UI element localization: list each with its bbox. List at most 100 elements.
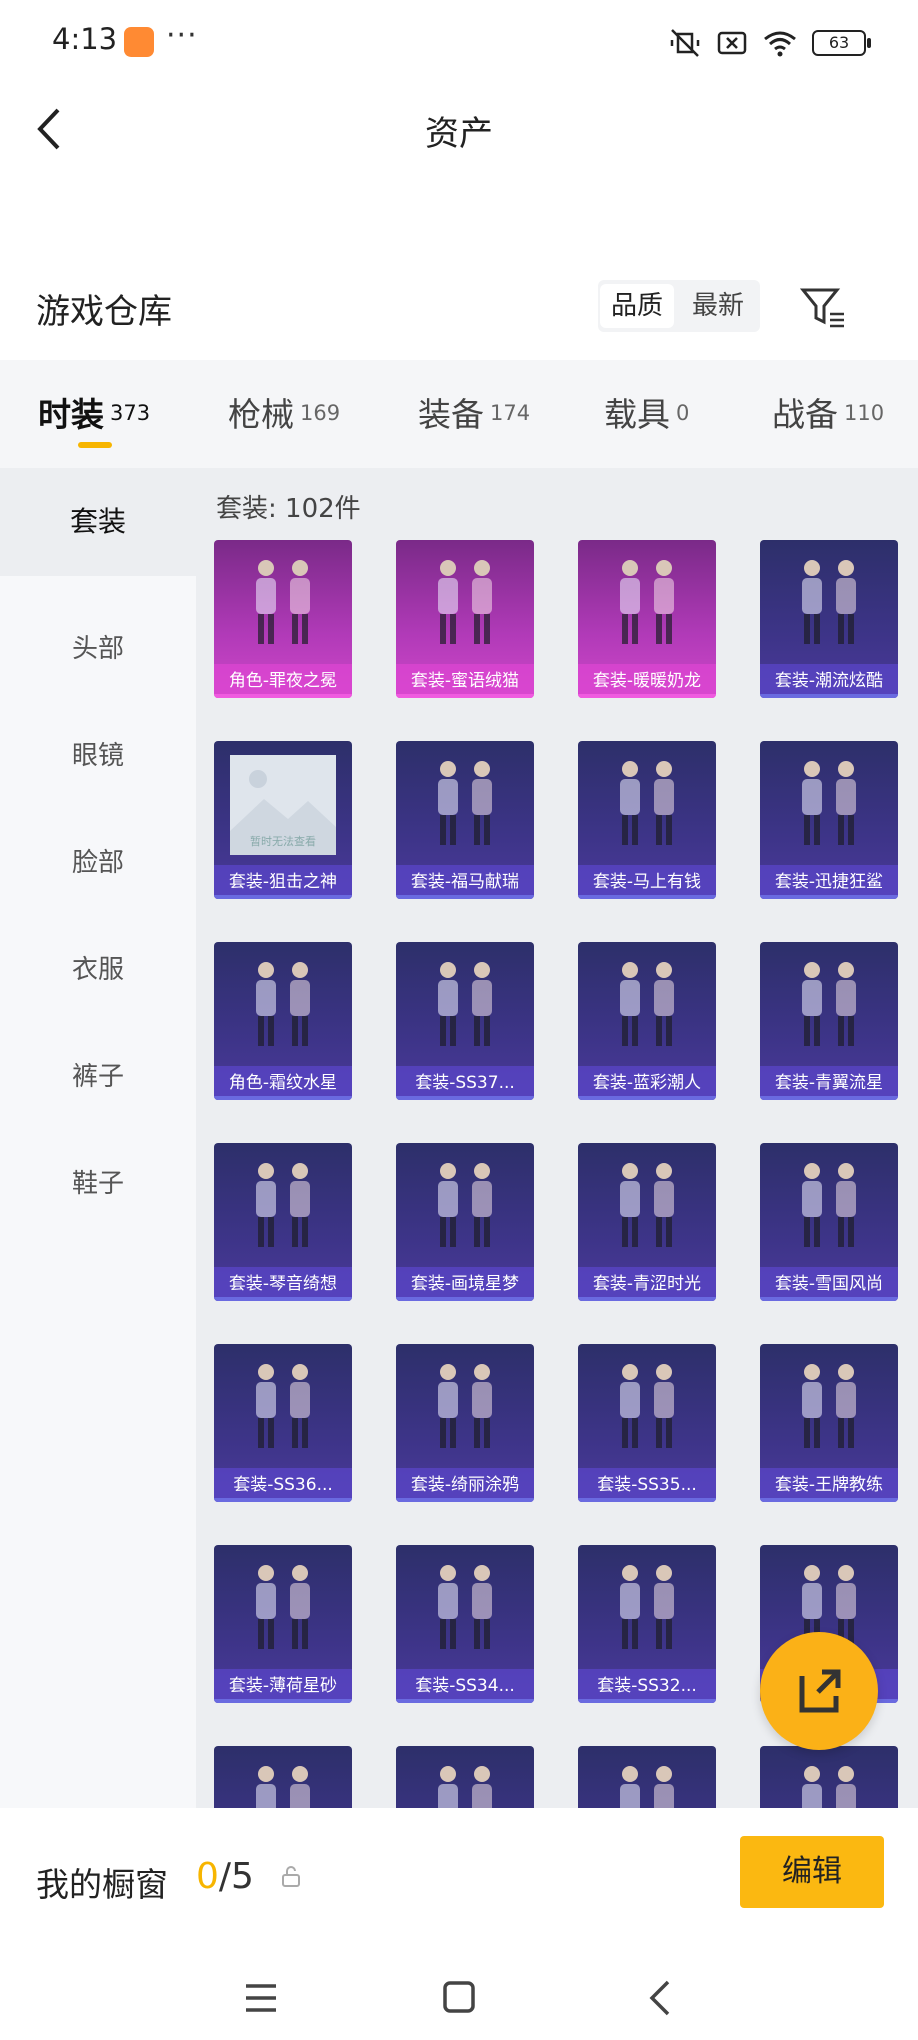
item-name: 角色-罪夜之冕 xyxy=(214,664,352,698)
item-name: 套装-琴音绮想 xyxy=(214,1267,352,1301)
item-card[interactable]: 套装-福马献瑞 xyxy=(396,741,534,899)
item-name: 角色-霜纹水星 xyxy=(214,1066,352,1100)
item-card[interactable]: 套装-马上有钱 xyxy=(578,741,716,899)
item-card[interactable]: 套装-暖暖奶龙 xyxy=(578,540,716,698)
outfit-image xyxy=(228,1756,338,1808)
item-card[interactable] xyxy=(396,1746,534,1808)
item-card[interactable]: 套装-绮丽涂鸦 xyxy=(396,1344,534,1502)
rarity-bar xyxy=(578,1096,716,1100)
item-card[interactable]: 套装-SS32... xyxy=(578,1545,716,1703)
item-card[interactable]: 套装-青翼流星 xyxy=(760,942,898,1100)
rarity-bar xyxy=(578,895,716,899)
edit-button[interactable]: 编辑 xyxy=(740,1836,884,1908)
sidebar-item-head[interactable]: 头部 xyxy=(0,628,196,665)
home-nav-icon[interactable] xyxy=(442,1978,476,2018)
outfit-image xyxy=(228,550,338,660)
item-card[interactable]: 套装-迅捷狂鲨 xyxy=(760,741,898,899)
sidebar-item-clothes[interactable]: 衣服 xyxy=(0,949,196,986)
outfit-image xyxy=(592,1555,702,1665)
outfit-image xyxy=(592,1354,702,1464)
showcase-current: 0 xyxy=(196,1856,219,1897)
sidebar-item-shoes[interactable]: 鞋子 xyxy=(0,1163,196,1200)
item-card[interactable]: 套装-青涩时光 xyxy=(578,1143,716,1301)
item-name: 套装-迅捷狂鲨 xyxy=(760,865,898,899)
rarity-bar xyxy=(214,1297,352,1301)
tab-label: 战备 xyxy=(772,395,838,434)
item-card[interactable] xyxy=(760,1746,898,1808)
sort-newest-button[interactable]: 最新 xyxy=(680,280,756,332)
item-card[interactable]: 套装-画境星梦 xyxy=(396,1143,534,1301)
tab-count: 373 xyxy=(110,401,151,425)
item-card[interactable]: 套装-蓝彩潮人 xyxy=(578,942,716,1100)
item-card[interactable]: 套装-雪国风尚 xyxy=(760,1143,898,1301)
tab-fashion[interactable]: 时装 373 xyxy=(38,388,150,436)
warehouse-row: 游戏仓库 品质 最新 xyxy=(0,270,918,360)
active-tab-indicator xyxy=(78,442,112,448)
outfit-image xyxy=(410,751,520,861)
item-name: 套装-SS32... xyxy=(578,1669,716,1703)
outfit-image xyxy=(774,952,884,1062)
filter-icon[interactable] xyxy=(800,284,846,330)
outfit-image xyxy=(592,550,702,660)
item-name: 套装-福马献瑞 xyxy=(396,865,534,899)
item-card[interactable]: 暂时无法查看 套装-狙击之神 xyxy=(214,741,352,899)
back-nav-icon[interactable] xyxy=(644,1978,678,2018)
share-button[interactable] xyxy=(760,1632,878,1750)
sidebar-item-glasses[interactable]: 眼镜 xyxy=(0,735,196,772)
wifi-icon xyxy=(764,31,796,57)
tab-label: 载具 xyxy=(604,395,670,434)
menu-nav-icon[interactable] xyxy=(244,1978,278,2018)
sidebar-item-suit[interactable]: 套装 xyxy=(0,468,196,576)
tab-count: 110 xyxy=(844,401,885,425)
outfit-image xyxy=(228,952,338,1062)
item-card[interactable]: 套装-薄荷星砂 xyxy=(214,1545,352,1703)
outfit-image xyxy=(774,751,884,861)
outfit-image xyxy=(774,1756,884,1808)
item-card[interactable]: 套装-潮流炫酷 xyxy=(760,540,898,698)
item-grid-panel: 套装: 102件 角色-罪夜之冕 套装-蜜语绒猫 套装-暖暖奶龙 套装-潮流炫酷 暂时无… xyxy=(196,468,918,1808)
item-card[interactable] xyxy=(578,1746,716,1808)
sort-quality-button[interactable]: 品质 xyxy=(600,284,674,328)
rarity-bar xyxy=(760,694,898,698)
item-card[interactable]: 套装-SS37... xyxy=(396,942,534,1100)
share-icon xyxy=(799,1669,841,1713)
item-name: 套装-SS37... xyxy=(396,1066,534,1100)
item-card[interactable] xyxy=(214,1746,352,1808)
sidebar-item-face[interactable]: 脸部 xyxy=(0,842,196,879)
item-card[interactable]: 套装-SS34... xyxy=(396,1545,534,1703)
outfit-image xyxy=(592,751,702,861)
page-title: 资产 xyxy=(425,114,493,154)
tab-guns[interactable]: 枪械 169 xyxy=(228,388,340,436)
item-name: 套装-狙击之神 xyxy=(214,865,352,899)
item-card[interactable]: 套装-SS36... xyxy=(214,1344,352,1502)
item-name: 套装-SS36... xyxy=(214,1468,352,1502)
outfit-image xyxy=(592,1153,702,1263)
showcase-label: 我的橱窗 xyxy=(36,1865,168,1904)
rarity-bar xyxy=(396,1096,534,1100)
item-card[interactable]: 套装-蜜语绒猫 xyxy=(396,540,534,698)
rarity-bar xyxy=(760,1297,898,1301)
item-name: 套装-绮丽涂鸦 xyxy=(396,1468,534,1502)
rarity-bar xyxy=(578,1297,716,1301)
item-card[interactable]: 套装-SS35... xyxy=(578,1344,716,1502)
showcase-count: 0/5 xyxy=(196,1856,254,1897)
item-name: 套装-SS34... xyxy=(396,1669,534,1703)
category-tabs: 时装 373 枪械 169 装备 174 载具 0 战备 110 xyxy=(0,360,918,468)
item-card[interactable]: 角色-霜纹水星 xyxy=(214,942,352,1100)
tab-combat-gear[interactable]: 战备 110 xyxy=(772,388,884,436)
no-sim-icon xyxy=(717,31,747,55)
outfit-image xyxy=(410,1756,520,1808)
tab-equipment[interactable]: 装备 174 xyxy=(418,388,530,436)
mute-vibrate-icon xyxy=(670,29,700,57)
app-notification-icon xyxy=(124,27,154,57)
sidebar-item-pants[interactable]: 裤子 xyxy=(0,1056,196,1093)
item-card[interactable]: 套装-琴音绮想 xyxy=(214,1143,352,1301)
rarity-bar xyxy=(396,1297,534,1301)
item-name: 套装-潮流炫酷 xyxy=(760,664,898,698)
item-card[interactable]: 套装-王牌教练 xyxy=(760,1344,898,1502)
item-card[interactable]: 角色-罪夜之冕 xyxy=(214,540,352,698)
rarity-bar xyxy=(214,694,352,698)
tab-vehicles[interactable]: 载具 0 xyxy=(604,388,689,436)
rarity-bar xyxy=(214,1096,352,1100)
item-name: 套装-画境星梦 xyxy=(396,1267,534,1301)
